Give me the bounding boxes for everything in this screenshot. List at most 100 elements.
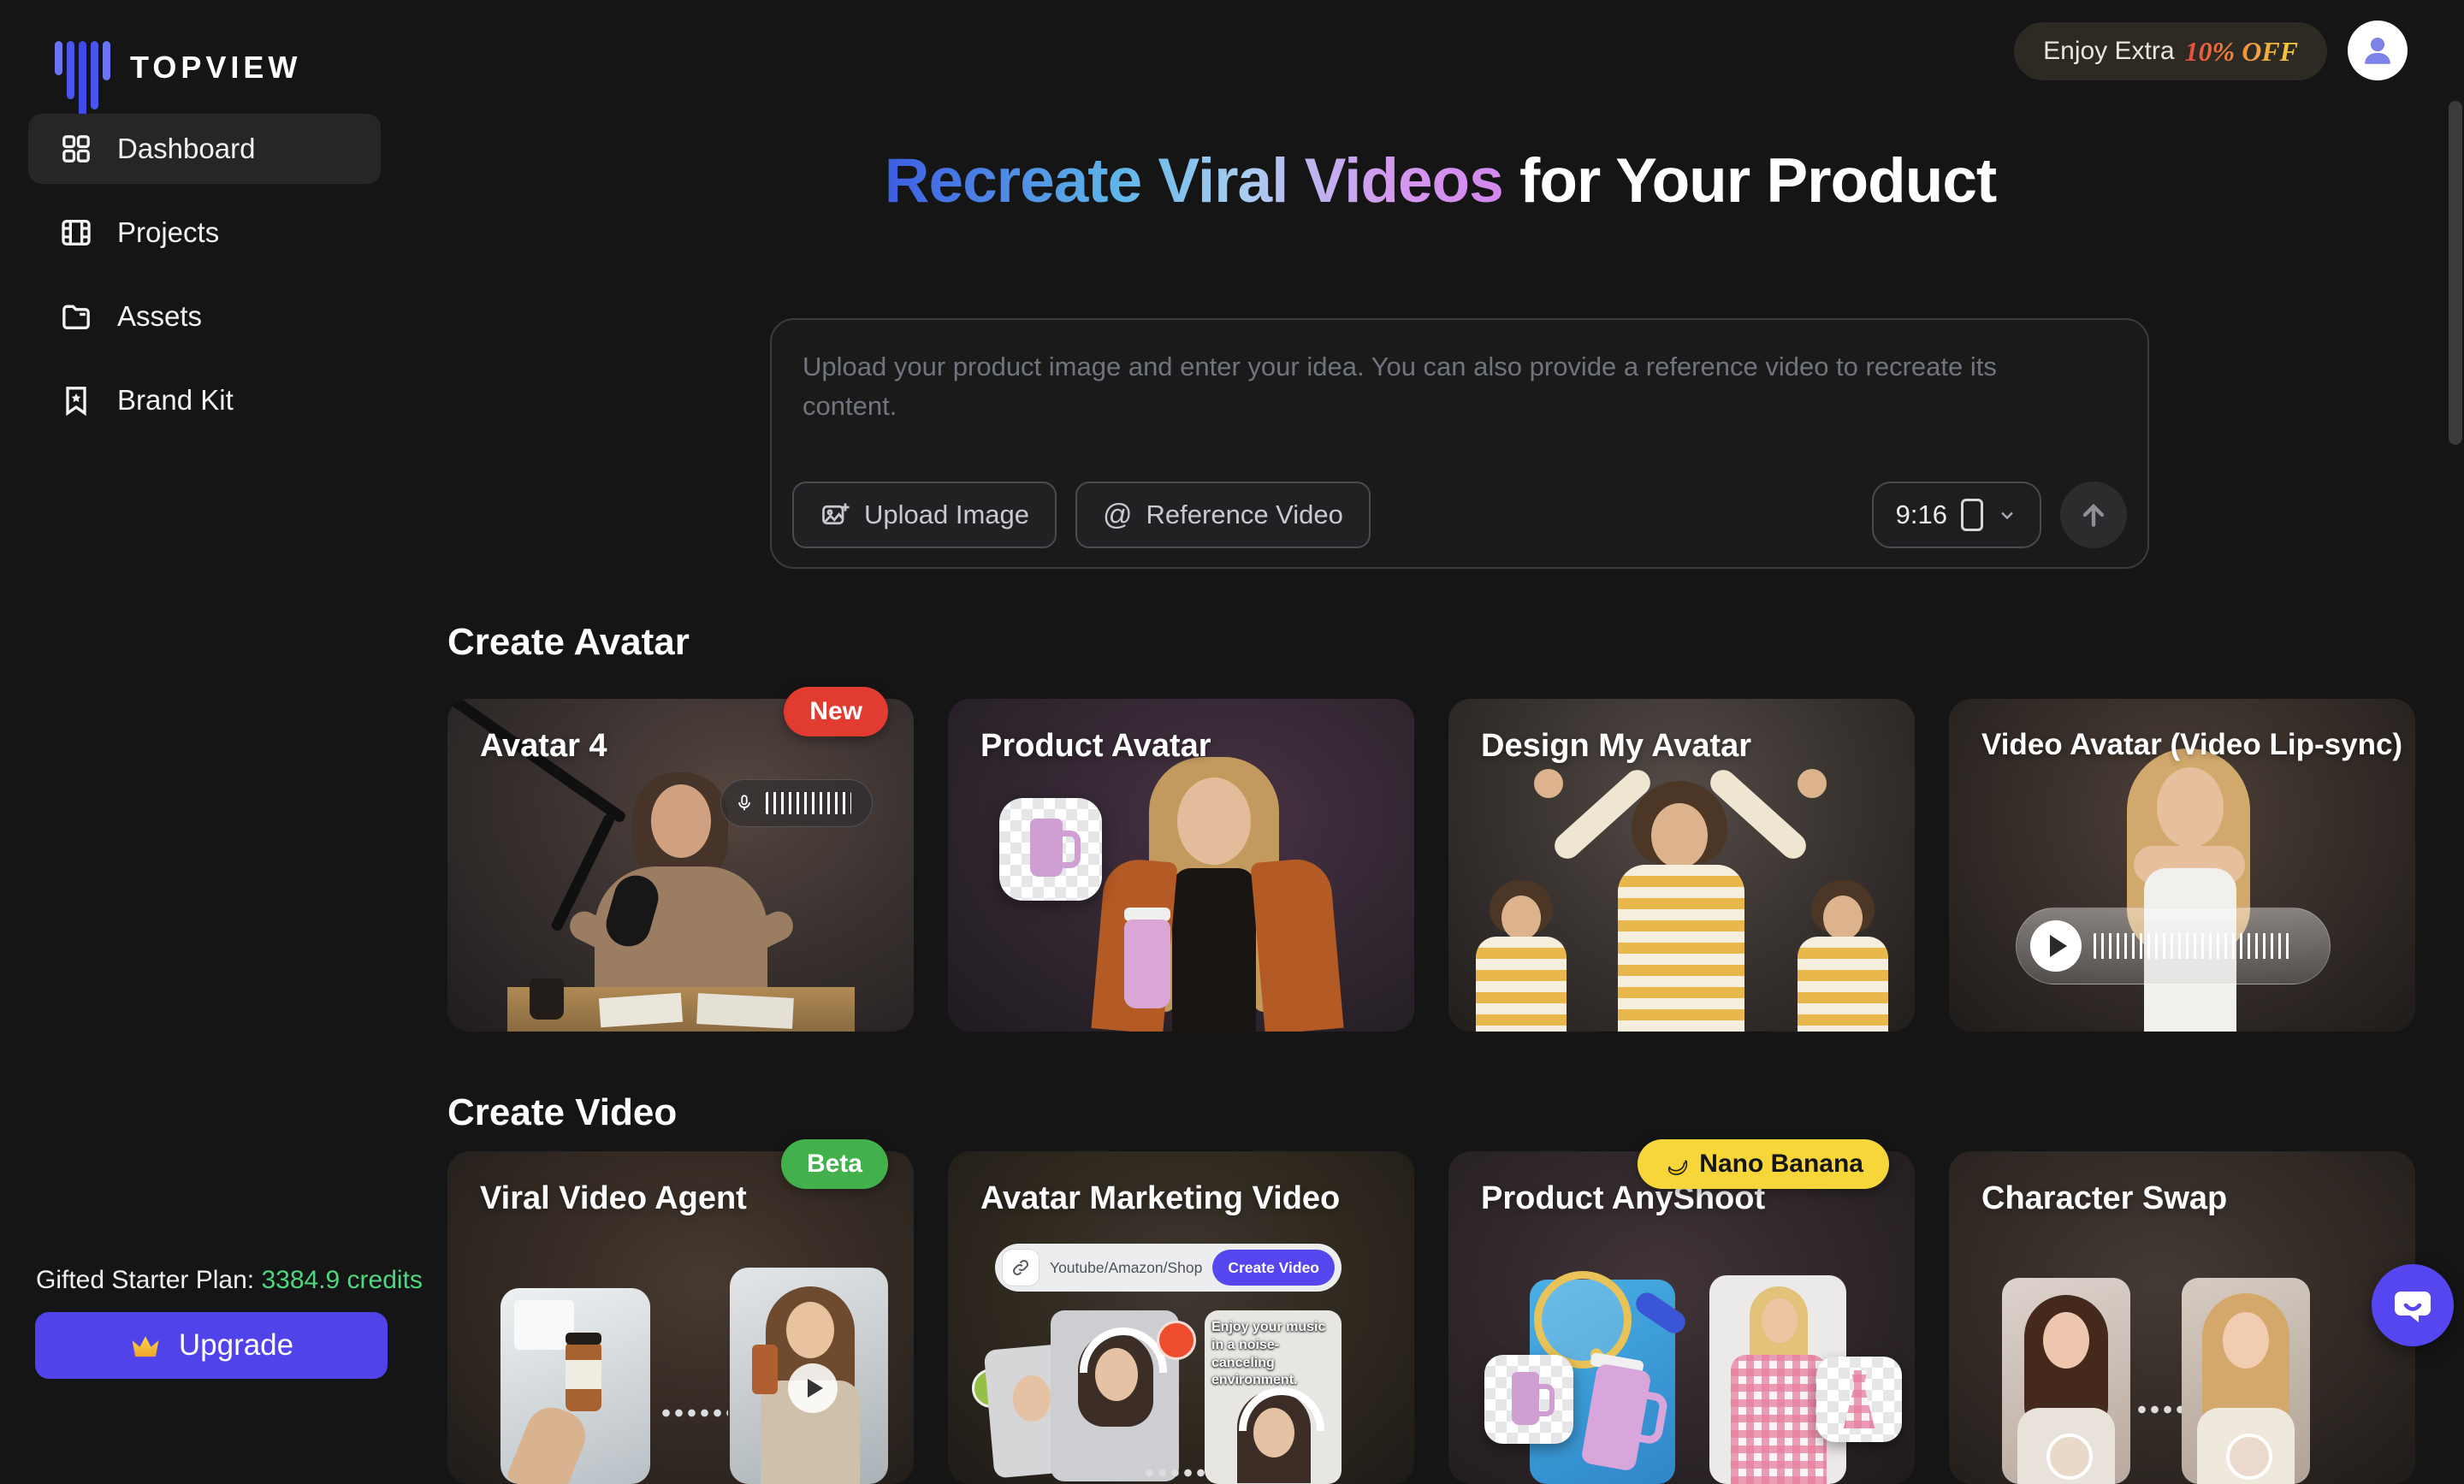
face bbox=[1177, 777, 1251, 865]
face bbox=[1502, 896, 1541, 940]
sidebar-item-label: Dashboard bbox=[117, 133, 255, 165]
aspect-ratio-select[interactable]: 9:16 bbox=[1872, 482, 2041, 548]
page-title-gradient: Recreate Viral Videos bbox=[885, 146, 1503, 216]
nano-banana-badge: Nano Banana bbox=[1638, 1139, 1889, 1189]
thumb-up-hand bbox=[1798, 769, 1827, 798]
mini-tumbler bbox=[1512, 1372, 1539, 1425]
card-title: Video Avatar (Video Lip-sync) bbox=[1981, 728, 2402, 762]
card-title: Avatar Marketing Video bbox=[980, 1180, 1340, 1217]
card-title: Viral Video Agent bbox=[480, 1180, 747, 1217]
promo-offer: 10% OFF bbox=[2185, 36, 2298, 68]
app-logo: TOPVIEW bbox=[55, 26, 301, 121]
credits-value: 3384.9 credits bbox=[261, 1266, 422, 1294]
paper bbox=[599, 993, 683, 1028]
promo-prefix: Enjoy Extra bbox=[2043, 37, 2174, 66]
user-icon bbox=[2360, 33, 2396, 68]
brand-wordmark: TOPVIEW bbox=[130, 50, 301, 86]
shopee-icon bbox=[1157, 1321, 1196, 1360]
at-icon: @ bbox=[1103, 499, 1133, 532]
shirt bbox=[1476, 937, 1567, 1032]
face bbox=[1762, 1298, 1798, 1343]
sidebar-item-dashboard[interactable]: Dashboard bbox=[28, 114, 381, 184]
arrow-up-icon bbox=[2076, 498, 2111, 532]
thumb-up-hand bbox=[1534, 769, 1563, 798]
lipsync-player-pill bbox=[2016, 908, 2331, 984]
card-character-swap[interactable]: Character Swap bbox=[1949, 1151, 2415, 1484]
prompt-placeholder: Upload your product image and enter your… bbox=[803, 347, 2060, 426]
thumbnail-caption: Enjoy your music in a noise-canceling en… bbox=[1211, 1319, 1335, 1390]
portrait-ratio-icon bbox=[1961, 499, 1983, 531]
sidebar-item-assets[interactable]: Assets bbox=[28, 281, 381, 352]
tennis-racket bbox=[1534, 1271, 1632, 1369]
tumbler bbox=[1124, 919, 1170, 1008]
card-title: Product Avatar bbox=[980, 728, 1211, 765]
url-pill: Youtube/Amazon/Shopify/Shopee/TikTok... … bbox=[995, 1244, 1342, 1292]
reference-video-button[interactable]: @ Reference Video bbox=[1075, 482, 1371, 548]
waveform-bars bbox=[2094, 933, 2290, 959]
user-avatar-button[interactable] bbox=[2348, 21, 2408, 80]
card-avatar-marketing-video[interactable]: Youtube/Amazon/Shopify/Shopee/TikTok... … bbox=[948, 1151, 1414, 1484]
spice-jar bbox=[752, 1345, 778, 1394]
link-icon-box bbox=[1002, 1249, 1040, 1286]
play-icon bbox=[808, 1379, 823, 1398]
beta-badge: Beta bbox=[781, 1139, 888, 1189]
film-icon bbox=[59, 216, 93, 250]
section-title-create-avatar: Create Avatar bbox=[447, 621, 690, 664]
plan-info: Gifted Starter Plan: 3384.9 credits bbox=[36, 1266, 423, 1295]
carousel-dots bbox=[1143, 1468, 1211, 1478]
submit-button[interactable] bbox=[2060, 482, 2127, 548]
card-title: Character Swap bbox=[1981, 1180, 2227, 1217]
gingham-dress bbox=[1731, 1355, 1827, 1484]
bookmark-star-icon bbox=[59, 383, 93, 417]
face bbox=[2043, 1312, 2089, 1369]
card-design-my-avatar[interactable]: Design My Avatar bbox=[1448, 699, 1915, 1032]
link-icon bbox=[1011, 1258, 1030, 1277]
play-icon bbox=[2050, 935, 2067, 957]
play-overlay bbox=[788, 1363, 838, 1413]
upload-image-label: Upload Image bbox=[864, 500, 1029, 530]
card-product-avatar[interactable]: Product Avatar bbox=[948, 699, 1414, 1032]
image-plus-icon bbox=[820, 500, 850, 530]
scrollbar-thumb[interactable] bbox=[2449, 101, 2462, 445]
card-video-avatar[interactable]: Video Avatar (Video Lip-sync) bbox=[1949, 699, 2415, 1032]
card-avatar-4[interactable]: New Avatar 4 bbox=[447, 699, 914, 1032]
dashboard-grid-icon bbox=[59, 132, 93, 166]
makeup-compact bbox=[2046, 1434, 2093, 1480]
new-badge: New bbox=[784, 687, 888, 736]
sidebar-item-label: Projects bbox=[117, 216, 219, 249]
spice-jar-label bbox=[566, 1360, 601, 1389]
product-thumbnail-handle bbox=[1059, 831, 1081, 868]
crown-icon bbox=[129, 1331, 162, 1360]
chevron-down-icon bbox=[1997, 505, 2017, 525]
section-title-create-video: Create Video bbox=[447, 1091, 677, 1134]
chat-bubble-icon bbox=[2390, 1283, 2435, 1327]
face bbox=[1823, 896, 1863, 940]
prompt-input[interactable]: Upload your product image and enter your… bbox=[770, 318, 2149, 569]
paper bbox=[696, 993, 794, 1029]
face bbox=[1651, 803, 1708, 868]
card-product-anyshoot[interactable]: Nano Banana Product AnyShoot bbox=[1448, 1151, 1915, 1484]
create-avatar-row: New Avatar 4 Product Avatar bbox=[447, 699, 2415, 1032]
face bbox=[2223, 1312, 2269, 1369]
face bbox=[786, 1302, 834, 1358]
card-viral-video-agent[interactable]: Beta Viral Video Agent bbox=[447, 1151, 914, 1484]
page-title: Recreate Viral Videos for Your Product bbox=[417, 145, 2464, 216]
create-video-row: Beta Viral Video Agent Youtube/Amazon/Sh… bbox=[447, 1151, 2415, 1484]
mug bbox=[530, 978, 564, 1020]
voice-waveform-pill bbox=[720, 779, 873, 827]
folder-icon bbox=[59, 299, 93, 334]
upload-image-button[interactable]: Upload Image bbox=[792, 482, 1057, 548]
sidebar-item-label: Brand Kit bbox=[117, 384, 234, 417]
crop-top bbox=[1172, 868, 1256, 1032]
sidebar-item-brand-kit[interactable]: Brand Kit bbox=[28, 365, 381, 435]
kitchen-window bbox=[514, 1300, 574, 1350]
banana-icon bbox=[1663, 1151, 1689, 1177]
upgrade-button[interactable]: Upgrade bbox=[35, 1312, 388, 1379]
face bbox=[1013, 1375, 1051, 1422]
aspect-ratio-value: 9:16 bbox=[1896, 500, 1947, 530]
upgrade-label: Upgrade bbox=[179, 1328, 293, 1363]
chat-support-button[interactable] bbox=[2372, 1264, 2454, 1346]
sidebar-item-projects[interactable]: Projects bbox=[28, 198, 381, 268]
play-button bbox=[2030, 920, 2082, 972]
promo-banner[interactable]: Enjoy Extra 10% OFF bbox=[2014, 22, 2327, 80]
